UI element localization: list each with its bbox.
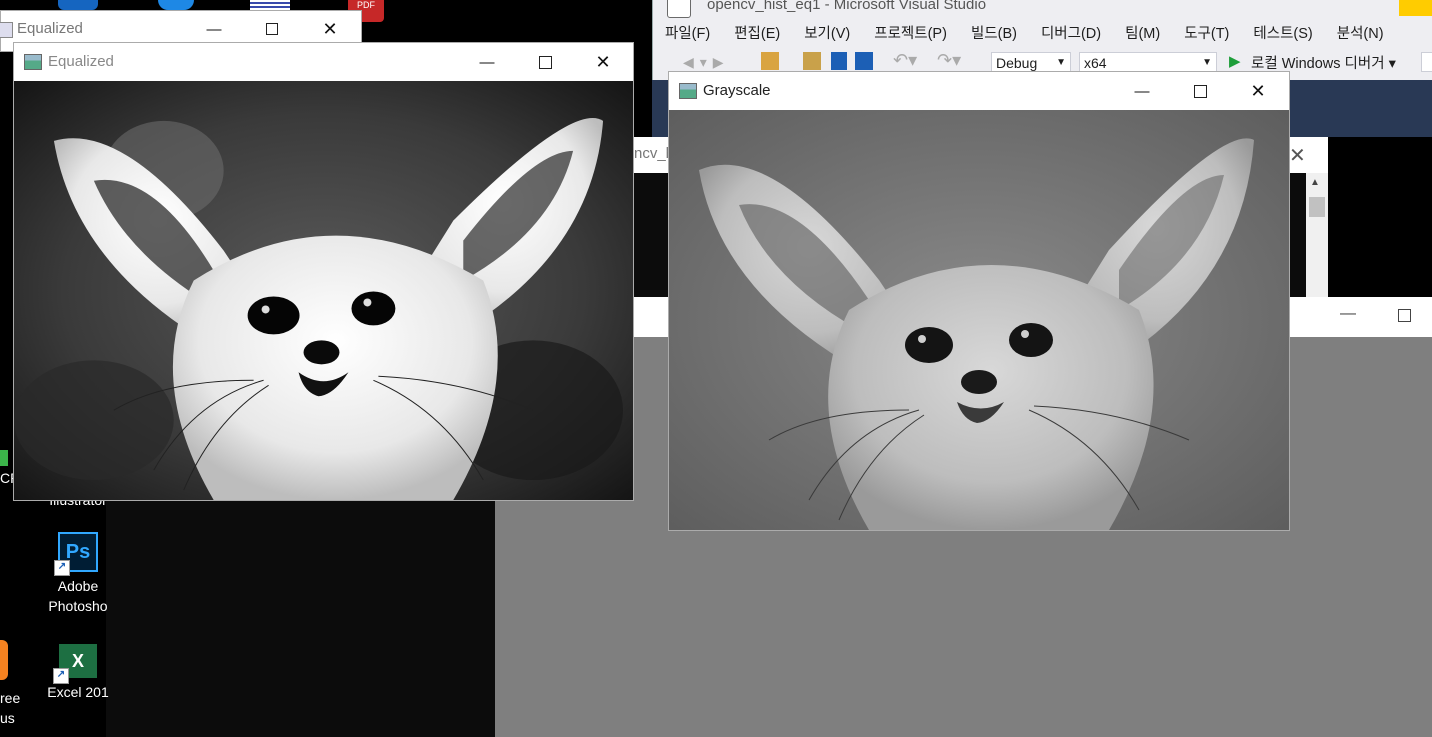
vs-menu-item[interactable]: 보기(V) <box>792 22 862 46</box>
vs-menu-item[interactable]: 편집(E) <box>722 22 792 46</box>
desktop-partial-label: ree <box>0 690 21 706</box>
vs-menu-item[interactable]: 빌드(B) <box>959 22 1029 46</box>
scroll-up-icon[interactable]: ▲ <box>1310 177 1320 188</box>
vs-menu-item[interactable]: 파일(F) <box>653 22 722 46</box>
vs-menu-item[interactable]: 도구(T) <box>1172 22 1241 46</box>
console-background <box>106 500 495 737</box>
undo-icon[interactable]: ↶▾ <box>893 50 917 71</box>
photoshop-icon: Ps ↗ <box>54 532 98 576</box>
vs-title: opencv_hist_eq1 - Microsoft Visual Studi… <box>707 0 987 13</box>
equalized-window: Equalized — ✕ <box>13 42 634 501</box>
maximize-icon[interactable] <box>1398 309 1411 322</box>
save-icon[interactable] <box>831 52 847 70</box>
vs-menu-item[interactable]: 테스트(S) <box>1241 22 1324 46</box>
start-debug-icon[interactable]: ▶ <box>1229 52 1241 70</box>
desktop-partial-icon <box>250 0 290 10</box>
desktop-partial-icon <box>0 450 8 466</box>
app-icon <box>679 83 697 99</box>
minimize-button[interactable]: — <box>1113 72 1171 110</box>
minimize-icon[interactable]: — <box>1340 305 1356 323</box>
vs-menu-item[interactable]: 분석(N) <box>1325 22 1396 46</box>
nav-back-forward-icon[interactable]: ◀▾▶ <box>683 54 730 71</box>
vs-menu-item[interactable]: 디버그(D) <box>1029 22 1113 46</box>
minimize-button[interactable]: — <box>458 43 516 81</box>
desktop-partial-icon <box>58 0 98 10</box>
vs-notification-badge[interactable] <box>1399 0 1432 16</box>
app-icon <box>0 22 13 38</box>
desktop-icon-excel[interactable]: X ↗ Excel 201 <box>38 644 118 702</box>
excel-badge: X <box>71 651 84 671</box>
vs-logo-icon <box>667 0 691 18</box>
platform-select[interactable]: x64 ▼ <box>1079 52 1217 72</box>
save-all-icon[interactable] <box>855 52 873 70</box>
start-debug-button[interactable]: 로컬 Windows 디버거 ▾ <box>1251 52 1396 73</box>
scroll-thumb[interactable] <box>1309 197 1325 217</box>
maximize-button[interactable] <box>1171 72 1229 110</box>
app-icon <box>24 54 42 70</box>
window-title: Equalized <box>48 53 114 70</box>
console-scrollbar[interactable]: ▲ <box>1306 173 1328 297</box>
close-icon[interactable]: ✕ <box>1289 143 1306 168</box>
grayscale-window: Grayscale — ✕ <box>668 71 1290 531</box>
close-button[interactable]: ✕ <box>1229 72 1287 110</box>
redo-icon[interactable]: ↷▾ <box>937 50 961 71</box>
desktop-icon-label: Adobe Photosho <box>48 578 108 614</box>
equalized-image <box>14 81 633 500</box>
config-select[interactable]: Debug ▼ <box>991 52 1071 72</box>
window-titlebar: Grayscale — ✕ <box>669 72 1289 110</box>
desktop-icon-label: Excel 201 <box>47 684 109 700</box>
desktop-icon-photoshop[interactable]: Ps ↗ Adobe Photosho <box>38 532 118 616</box>
vs-menu-item[interactable]: 프로젝트(P) <box>862 22 959 46</box>
desktop-partial-label: us <box>0 710 15 726</box>
desktop-partial-icon <box>0 640 8 680</box>
open-folder-icon[interactable] <box>803 52 821 70</box>
new-project-icon[interactable] <box>761 52 779 70</box>
grayscale-image <box>669 110 1289 530</box>
excel-icon: X ↗ <box>53 644 97 684</box>
window-title: Grayscale <box>703 82 771 99</box>
solution-config-select[interactable] <box>1421 52 1432 72</box>
window-titlebar: Equalized — ✕ <box>14 43 633 81</box>
vs-menubar: 파일(F) 편집(E) 보기(V) 프로젝트(P) 빌드(B) 디버그(D) 팀(M) 도구(… <box>653 22 1396 46</box>
maximize-button[interactable] <box>516 43 574 81</box>
vs-menu-item[interactable]: 팀(M) <box>1113 22 1172 46</box>
desktop-partial-icon <box>158 0 194 10</box>
close-button[interactable]: ✕ <box>574 43 632 81</box>
